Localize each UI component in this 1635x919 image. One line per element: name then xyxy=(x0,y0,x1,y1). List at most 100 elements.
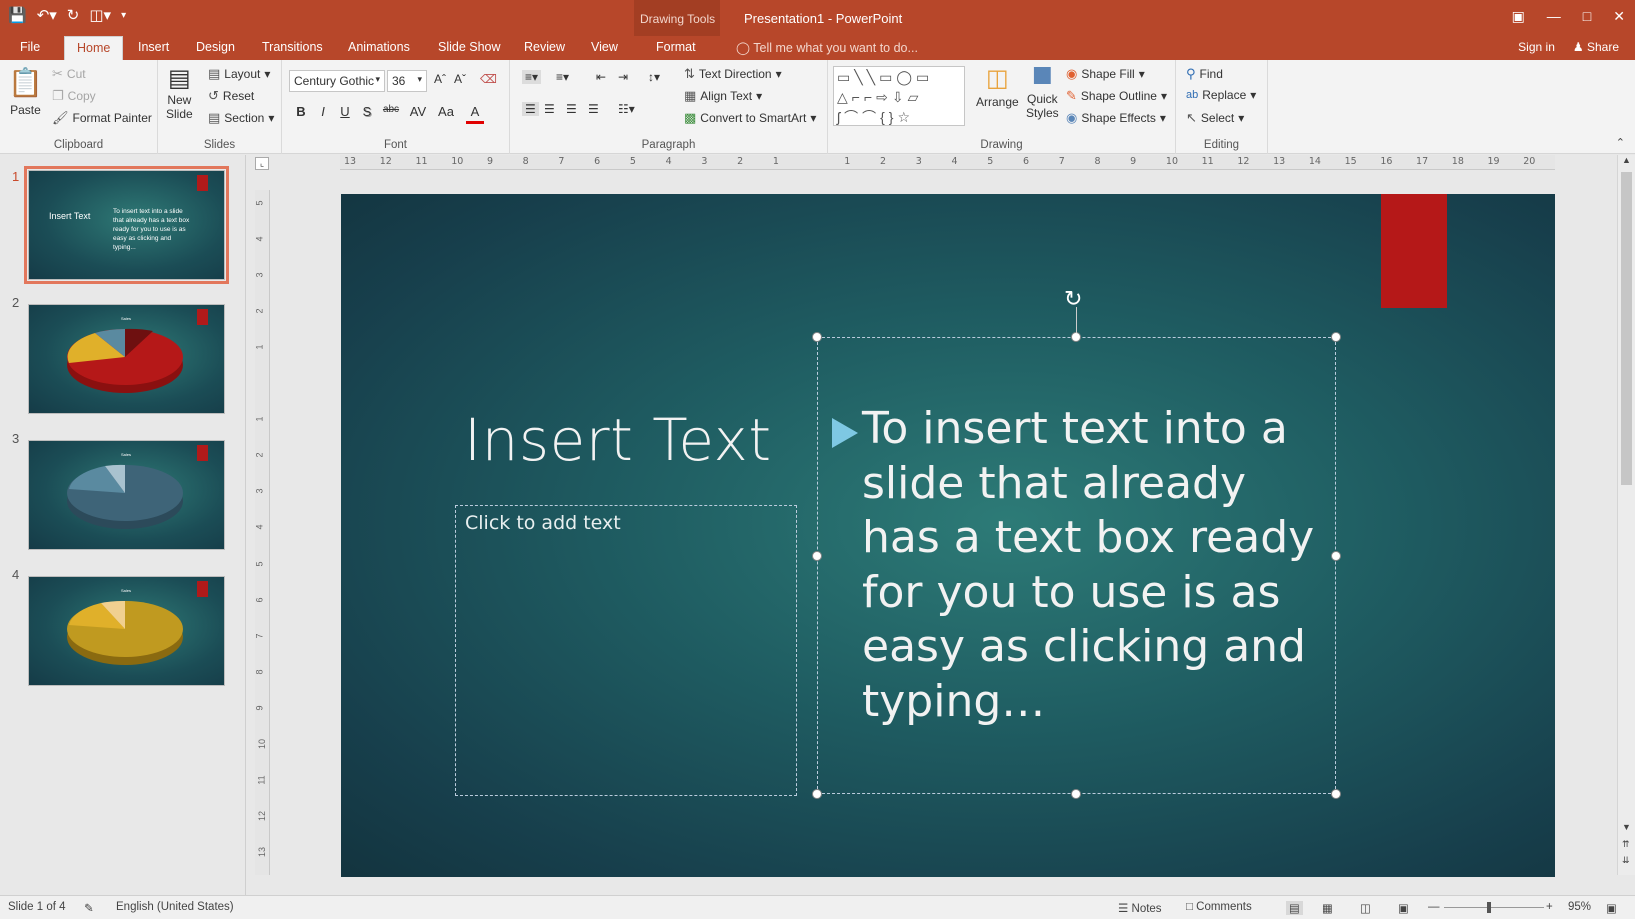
increase-font-icon[interactable]: Aˆ xyxy=(434,72,446,86)
zoom-slider[interactable] xyxy=(1444,907,1544,908)
slideshow-view-icon[interactable]: ▣ xyxy=(1398,901,1409,915)
slide-thumbnail-4[interactable]: Sales xyxy=(28,576,225,686)
font-size-box[interactable]: 36 ▾ xyxy=(387,70,427,92)
undo-icon[interactable]: ↶▾ xyxy=(37,6,57,24)
comments-button[interactable]: □ Comments xyxy=(1186,901,1252,913)
resize-handle-se[interactable] xyxy=(1331,789,1341,799)
tab-design[interactable]: Design xyxy=(196,40,235,54)
slide-sorter-icon[interactable]: ▦ xyxy=(1322,901,1333,915)
zoom-level[interactable]: 95% xyxy=(1568,901,1591,913)
slide-canvas[interactable]: Insert Text Click to add text To insert … xyxy=(341,194,1555,877)
shape-outline-button[interactable]: ✎ Shape Outline ▾ xyxy=(1066,88,1167,104)
body-text[interactable]: To insert text into a slide that already… xyxy=(862,402,1332,729)
slide-thumbnail-1[interactable]: Insert Text To insert text into a slide … xyxy=(24,166,229,284)
share-button[interactable]: ♟ Share xyxy=(1573,40,1619,54)
zoom-slider-thumb[interactable] xyxy=(1487,902,1491,913)
cut-button[interactable]: ✂ Cut xyxy=(52,66,86,82)
font-name-box[interactable]: Century Gothic ▾ xyxy=(289,70,385,92)
tab-slide-show[interactable]: Slide Show xyxy=(438,40,501,54)
underline-button[interactable]: U xyxy=(336,104,354,122)
slide-thumbnail-2[interactable]: Sales xyxy=(28,304,225,414)
align-right-icon[interactable]: ☰ xyxy=(566,102,577,116)
decrease-font-icon[interactable]: Aˇ xyxy=(454,72,466,86)
minimize-icon[interactable]: — xyxy=(1547,8,1561,25)
tab-selector[interactable]: ⌞ xyxy=(255,157,269,170)
slide-thumbnail-3[interactable]: Sales xyxy=(28,440,225,550)
zoom-in-icon[interactable]: + xyxy=(1546,901,1553,913)
increase-indent-icon[interactable]: ⇥ xyxy=(618,70,628,84)
language-indicator[interactable]: English (United States) xyxy=(116,901,234,913)
tab-file[interactable]: File xyxy=(20,40,40,54)
find-button[interactable]: ⚲ Find xyxy=(1186,66,1223,82)
bold-button[interactable]: B xyxy=(292,104,310,122)
tab-format[interactable]: Format xyxy=(656,40,696,54)
align-left-icon[interactable]: ☰ xyxy=(522,102,539,116)
tab-transitions[interactable]: Transitions xyxy=(262,40,323,54)
tab-review[interactable]: Review xyxy=(524,40,565,54)
resize-handle-sw[interactable] xyxy=(812,789,822,799)
tab-animations[interactable]: Animations xyxy=(348,40,410,54)
resize-handle-w[interactable] xyxy=(812,551,822,561)
new-slide-button[interactable]: ▤ New Slide xyxy=(166,64,193,121)
font-color-button[interactable]: A xyxy=(466,104,484,124)
present-icon[interactable]: ◫▾ xyxy=(89,6,111,24)
scroll-up-icon[interactable]: ▲ xyxy=(1622,155,1631,165)
change-case-button[interactable]: Aa xyxy=(434,104,458,122)
shapes-gallery[interactable]: ▭╲╲▭◯▭ △⌐⌐⇨⇩▱ ʃ⌒⌒{}☆ xyxy=(833,66,965,126)
spelling-icon[interactable]: ✎ xyxy=(84,901,94,915)
arrange-button[interactable]: ◫ Arrange xyxy=(976,64,1019,109)
close-icon[interactable]: ✕ xyxy=(1613,8,1625,25)
scrollbar-thumb[interactable] xyxy=(1621,172,1632,485)
fit-to-window-icon[interactable]: ▣ xyxy=(1606,901,1617,915)
tab-view[interactable]: View xyxy=(591,40,618,54)
tell-me-search[interactable]: ◯ Tell me what you want to do... xyxy=(736,40,918,55)
scroll-down-icon[interactable]: ▼ xyxy=(1622,822,1631,832)
reading-view-icon[interactable]: ◫ xyxy=(1360,901,1371,915)
maximize-icon[interactable]: □ xyxy=(1583,8,1591,25)
vertical-scrollbar[interactable]: ▲ ▼ ⇈ ⇊ xyxy=(1617,155,1635,875)
content-placeholder[interactable]: Click to add text xyxy=(455,505,797,796)
clear-formatting-icon[interactable]: ⌫ xyxy=(480,72,497,86)
shadow-button[interactable]: S xyxy=(358,104,376,122)
columns-icon[interactable]: ☷▾ xyxy=(618,102,635,116)
align-center-icon[interactable]: ☰ xyxy=(544,102,555,116)
notes-button[interactable]: ☰ Notes xyxy=(1118,901,1162,915)
paste-button[interactable]: 📋 Paste xyxy=(8,66,43,117)
line-spacing-icon[interactable]: ↕▾ xyxy=(648,70,660,84)
numbering-icon[interactable]: ≡▾ xyxy=(556,70,569,84)
selected-text-box[interactable]: To insert text into a slide that already… xyxy=(817,337,1336,794)
quick-styles-button[interactable]: ⯀ Quick Styles xyxy=(1026,64,1059,120)
reset-button[interactable]: ↺ Reset xyxy=(208,88,254,104)
rotate-handle-icon[interactable]: ↻ xyxy=(1064,286,1082,312)
text-direction-button[interactable]: ⇅ Text Direction ▾ xyxy=(684,66,782,82)
copy-button[interactable]: ❐ Copy xyxy=(52,88,96,104)
convert-smartart-button[interactable]: ▩ Convert to SmartArt ▾ xyxy=(684,110,816,126)
save-icon[interactable]: 💾 xyxy=(8,6,27,24)
char-spacing-button[interactable]: AV xyxy=(406,104,430,122)
layout-button[interactable]: ▤ Layout ▾ xyxy=(208,66,270,82)
collapse-ribbon-icon[interactable]: ⌃ xyxy=(1616,136,1625,149)
normal-view-icon[interactable]: ▤ xyxy=(1286,901,1303,915)
replace-button[interactable]: ab Replace ▾ xyxy=(1186,88,1256,102)
slide-title[interactable]: Insert Text xyxy=(464,406,772,474)
next-slide-icon[interactable]: ⇊ xyxy=(1622,855,1630,866)
tab-insert[interactable]: Insert xyxy=(138,40,169,54)
decrease-indent-icon[interactable]: ⇤ xyxy=(596,70,606,84)
bullets-icon[interactable]: ≡▾ xyxy=(522,70,542,84)
customize-icon[interactable]: ▾ xyxy=(121,10,126,21)
resize-handle-e[interactable] xyxy=(1331,551,1341,561)
align-text-button[interactable]: ▦ Align Text ▾ xyxy=(684,88,762,104)
select-button[interactable]: ↖ Select ▾ xyxy=(1186,110,1244,126)
resize-handle-s[interactable] xyxy=(1071,789,1081,799)
italic-button[interactable]: I xyxy=(314,104,332,122)
section-button[interactable]: ▤ Section ▾ xyxy=(208,110,274,126)
shape-fill-button[interactable]: ◉ Shape Fill ▾ xyxy=(1066,66,1145,82)
resize-handle-n[interactable] xyxy=(1071,332,1081,342)
tab-home[interactable]: Home xyxy=(64,36,124,61)
format-painter-button[interactable]: 🖌 Format Painter xyxy=(52,110,152,126)
zoom-out-icon[interactable]: — xyxy=(1428,901,1440,913)
previous-slide-icon[interactable]: ⇈ xyxy=(1622,839,1630,850)
strikethrough-button[interactable]: abc xyxy=(380,104,402,122)
sign-in-link[interactable]: Sign in xyxy=(1518,40,1555,54)
resize-handle-ne[interactable] xyxy=(1331,332,1341,342)
